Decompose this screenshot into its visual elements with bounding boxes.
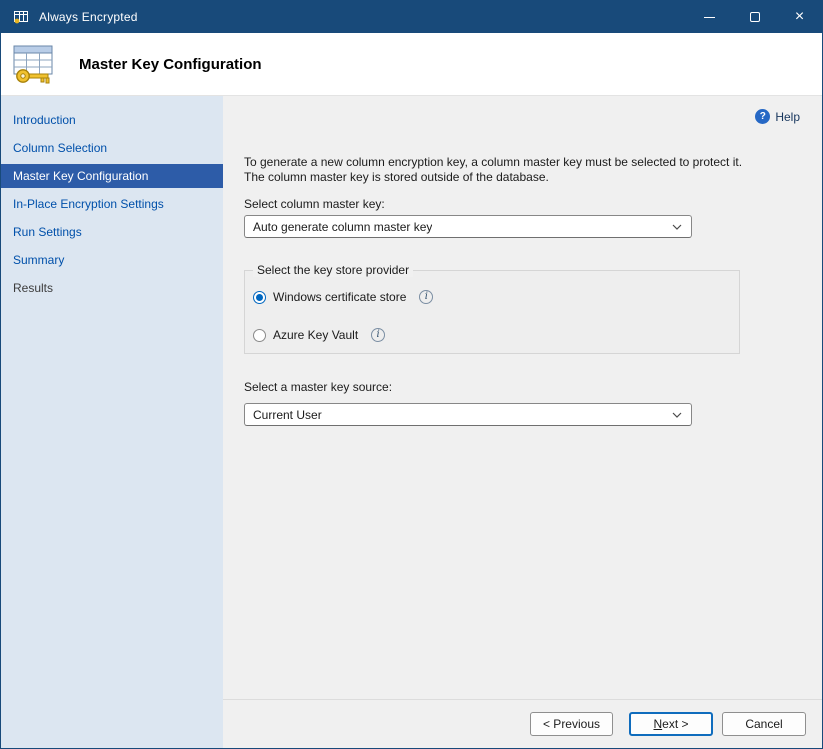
app-table-key-icon bbox=[13, 9, 30, 25]
footer-button-bar: < Previous Next > Cancel bbox=[223, 700, 822, 748]
help-label: Help bbox=[775, 110, 800, 124]
radio-button-windows-certificate-store[interactable] bbox=[253, 291, 266, 304]
info-icon-azure-key-vault[interactable]: i bbox=[371, 328, 385, 342]
wizard-header: Master Key Configuration bbox=[1, 33, 822, 96]
always-encrypted-wizard-window: Always Encrypted × bbox=[0, 0, 823, 749]
radio-label-windows-certificate-store: Windows certificate store bbox=[273, 290, 406, 304]
sidebar-item-in-place-encryption-settings[interactable]: In-Place Encryption Settings bbox=[1, 192, 223, 216]
previous-button[interactable]: < Previous bbox=[530, 712, 613, 736]
master-key-source-value: Current User bbox=[253, 408, 322, 422]
titlebar: Always Encrypted × bbox=[1, 1, 822, 33]
master-key-source-label: Select a master key source: bbox=[244, 380, 392, 394]
wizard-body: Introduction Column Selection Master Key… bbox=[1, 96, 822, 748]
minimize-button[interactable] bbox=[687, 1, 732, 33]
column-master-key-value: Auto generate column master key bbox=[253, 220, 432, 234]
column-master-key-label: Select column master key: bbox=[244, 197, 385, 211]
help-row: ? Help bbox=[244, 109, 800, 124]
radio-option-azure-key-vault[interactable]: Azure Key Vault i bbox=[253, 328, 739, 342]
page-title: Master Key Configuration bbox=[79, 56, 262, 73]
minimize-icon bbox=[704, 17, 715, 18]
sidebar-item-results: Results bbox=[1, 276, 223, 300]
close-button[interactable]: × bbox=[777, 1, 822, 33]
close-icon: × bbox=[795, 9, 804, 25]
key-store-provider-group: Select the key store provider Windows ce… bbox=[244, 270, 740, 354]
main-panel: ? Help To generate a new column encrypti… bbox=[223, 96, 822, 748]
chevron-down-icon bbox=[672, 412, 682, 418]
sidebar-item-summary[interactable]: Summary bbox=[1, 248, 223, 272]
window-controls: × bbox=[687, 1, 822, 33]
radio-button-azure-key-vault[interactable] bbox=[253, 329, 266, 342]
cancel-button[interactable]: Cancel bbox=[722, 712, 806, 736]
help-icon: ? bbox=[755, 109, 770, 124]
window-title: Always Encrypted bbox=[39, 10, 138, 24]
wizard-steps-sidebar: Introduction Column Selection Master Key… bbox=[1, 96, 223, 748]
chevron-down-icon bbox=[672, 224, 682, 230]
sidebar-item-master-key-configuration[interactable]: Master Key Configuration bbox=[1, 164, 223, 188]
table-key-icon bbox=[11, 43, 57, 85]
maximize-icon bbox=[750, 12, 760, 22]
sidebar-item-column-selection[interactable]: Column Selection bbox=[1, 136, 223, 160]
key-store-provider-label: Select the key store provider bbox=[253, 263, 413, 277]
info-icon-windows-certificate-store[interactable]: i bbox=[419, 290, 433, 304]
radio-label-azure-key-vault: Azure Key Vault bbox=[273, 328, 358, 342]
next-button[interactable]: Next > bbox=[629, 712, 713, 736]
main-content: ? Help To generate a new column encrypti… bbox=[223, 96, 822, 699]
description-text: To generate a new column encryption key,… bbox=[244, 155, 756, 185]
maximize-button[interactable] bbox=[732, 1, 777, 33]
sidebar-item-run-settings[interactable]: Run Settings bbox=[1, 220, 223, 244]
master-key-source-select[interactable]: Current User bbox=[244, 403, 692, 426]
radio-option-windows-certificate-store[interactable]: Windows certificate store i bbox=[253, 290, 739, 304]
sidebar-item-introduction[interactable]: Introduction bbox=[1, 108, 223, 132]
column-master-key-select[interactable]: Auto generate column master key bbox=[244, 215, 692, 238]
help-link[interactable]: ? Help bbox=[755, 109, 800, 124]
